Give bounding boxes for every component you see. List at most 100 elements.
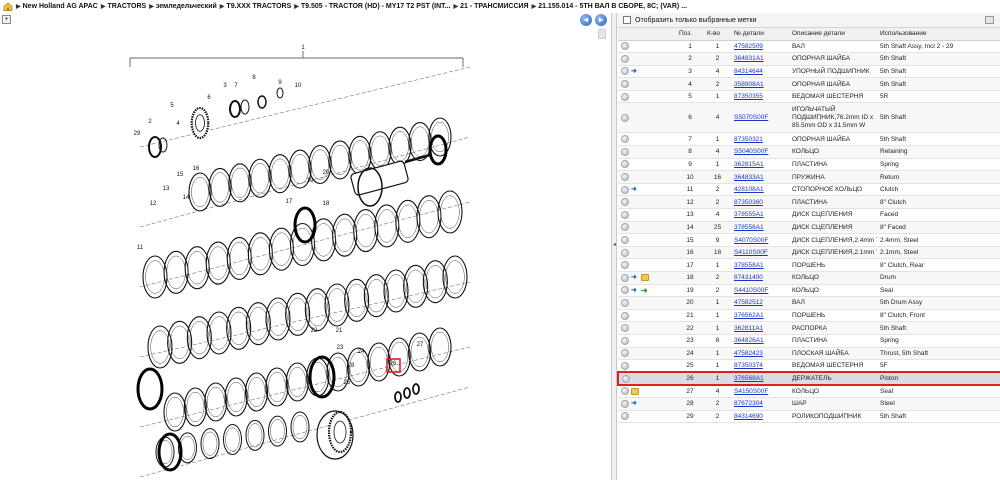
info-arrow-icon[interactable]: ➜ <box>631 287 639 294</box>
part-number-link[interactable]: 378555A1 <box>734 211 764 218</box>
part-number-link[interactable]: S4110S00F <box>734 249 768 256</box>
select-circle-icon[interactable] <box>621 67 629 76</box>
callout-label-14[interactable]: 14 <box>183 195 190 201</box>
select-circle-icon[interactable] <box>621 387 629 396</box>
print-icon[interactable] <box>985 16 994 24</box>
breadcrumb-item[interactable]: T9.505 - TRACTOR (HD) - MY17 T2 PST (INT… <box>301 3 451 10</box>
callout-label-27[interactable]: 27 <box>417 342 424 348</box>
callout-label-20[interactable]: 20 <box>323 170 330 176</box>
expand-button[interactable]: + <box>2 15 11 24</box>
part-number-link[interactable]: 364831A1 <box>734 55 764 62</box>
select-circle-icon[interactable] <box>621 298 629 307</box>
callout-label-13[interactable]: 13 <box>163 186 170 192</box>
part-number-link[interactable]: 362811A1 <box>734 325 763 332</box>
callout-label-1[interactable]: 1 <box>301 45 305 51</box>
select-circle-icon[interactable] <box>621 412 629 421</box>
table-row[interactable]: 1 1 47582509 ВАЛ 5th Shaft Assy, Incl 2 - 29 <box>618 40 1000 54</box>
table-row[interactable]: 10 16 364833A1 ПРУЖИНА Return <box>618 170 1000 184</box>
header-usage[interactable]: Использование <box>877 28 1000 41</box>
select-circle-icon[interactable] <box>621 54 629 63</box>
exploded-parts-diagram[interactable]: 123456789 1011121314151617 181920212223242… <box>0 27 610 480</box>
part-number-link[interactable]: 87350374 <box>734 362 763 369</box>
select-circle-icon[interactable] <box>621 185 629 194</box>
table-row[interactable]: 27 4 S4150S00F КОЛЬЦО Seal <box>618 384 1000 398</box>
part-number-link[interactable]: 376562A1 <box>734 312 764 319</box>
select-circle-icon[interactable] <box>621 361 629 370</box>
home-icon[interactable] <box>3 2 13 11</box>
table-row[interactable]: ➜ 11 2 428108A1 СТОПОРНОЕ КОЛЬЦО Clutch <box>618 183 1000 197</box>
part-number-link[interactable]: 87350321 <box>734 136 763 143</box>
info-arrow-icon[interactable]: ➜ <box>631 400 639 407</box>
callout-label-24[interactable]: 24 <box>358 349 365 355</box>
select-circle-icon[interactable] <box>621 80 629 89</box>
breadcrumb-item[interactable]: 21 - ТРАНСМИССИЯ <box>460 3 528 10</box>
part-number-link[interactable]: S4070S00F <box>734 237 768 244</box>
header-position[interactable]: Поз. <box>676 28 704 41</box>
select-circle-icon[interactable] <box>621 147 629 156</box>
part-number-link[interactable]: 358908A1 <box>734 81 764 88</box>
part-number-link[interactable]: 87350360 <box>734 199 763 206</box>
table-row[interactable]: 159S4070S00F ДИСК СЦЕПЛЕНИЯ,2.4mm Thk2.4m… <box>618 233 1000 247</box>
callout-label-11[interactable]: 11 <box>137 245 144 251</box>
select-circle-icon[interactable] <box>621 324 629 333</box>
callout-label-3[interactable]: 3 <box>223 83 227 89</box>
select-circle-icon[interactable] <box>621 236 629 245</box>
header-quantity[interactable]: К-во <box>704 28 731 41</box>
table-row[interactable]: 5 1 87350355 ВЕДОМАЯ ШЕСТЕРНЯ 5R <box>618 90 1000 104</box>
select-circle-icon[interactable] <box>621 399 629 408</box>
callout-label-9[interactable]: 9 <box>278 80 282 86</box>
select-circle-icon[interactable] <box>622 374 630 383</box>
table-row[interactable]: 1618S4110S00F ДИСК СЦЕПЛЕНИЯ,2.1mm Thk2.1… <box>618 246 1000 260</box>
part-number-link[interactable]: S4150S00F <box>734 388 768 395</box>
select-circle-icon[interactable] <box>621 273 629 282</box>
callout-label-2[interactable]: 2 <box>148 119 152 125</box>
table-row[interactable]: 7 1 87350321 ОПОРНАЯ ШАЙБА 5th Shaft <box>618 132 1000 147</box>
callout-label-22[interactable]: 22 <box>311 328 318 334</box>
callout-label-15[interactable]: 15 <box>177 172 184 178</box>
table-row[interactable]: ➜ 28 2 87672304 ШАР Steel <box>618 397 1000 411</box>
select-circle-icon[interactable] <box>621 173 629 182</box>
part-number-link[interactable]: 84314690 <box>734 413 763 420</box>
callout-label-16[interactable]: 16 <box>193 166 200 172</box>
table-row[interactable]: 26 1 376568A1 ДЕРЖАТЕЛЬ Piston <box>617 371 1000 386</box>
callout-label-19[interactable]: 19 <box>307 178 314 184</box>
table-row[interactable]: 21 1 376562A1 ПОРШЕНЬ 8" Clutch, Front <box>618 309 1000 323</box>
part-number-link[interactable]: 87431400 <box>734 274 763 281</box>
select-circle-icon[interactable] <box>621 135 629 144</box>
table-row[interactable]: 4 2 358908A1 ОПОРНАЯ ШАЙБА 5th Shaft <box>618 77 1000 91</box>
show-selected-only-checkbox[interactable] <box>623 16 631 24</box>
select-circle-icon[interactable] <box>621 261 629 270</box>
select-circle-icon[interactable] <box>621 113 629 122</box>
table-row[interactable]: 20 1 47582512 ВАЛ 5th Drum Assy <box>618 296 1000 310</box>
select-circle-icon[interactable] <box>621 286 629 295</box>
part-number-link[interactable]: S5040S00F <box>734 148 768 155</box>
part-number-link[interactable]: 362815A1 <box>734 161 764 168</box>
part-number-link[interactable]: 84314644 <box>734 68 763 75</box>
part-number-link[interactable]: S4410S00F <box>734 287 768 294</box>
callout-label-26[interactable]: 26 <box>390 361 397 367</box>
breadcrumb-item[interactable]: T9.XXX TRACTORS <box>226 3 291 10</box>
breadcrumb-item[interactable]: New Holland AG APAC <box>23 3 98 10</box>
callout-label-17[interactable]: 17 <box>286 199 293 205</box>
callout-label-6[interactable]: 6 <box>207 95 211 101</box>
callout-label-18[interactable]: 18 <box>323 201 330 207</box>
part-number-link[interactable]: 364833A1 <box>734 174 764 181</box>
select-circle-icon[interactable] <box>621 336 629 345</box>
breadcrumb-item[interactable]: TRACTORS <box>107 3 146 10</box>
table-row[interactable]: 29 2 84314690 РОЛИКОПОДШИПНИК 5th Shaft <box>618 410 1000 424</box>
breadcrumb-item[interactable]: 21.155.014 - 5TH ВАЛ В СБОРЕ, 8С; (VAR) … <box>538 3 687 10</box>
part-number-link[interactable]: 376568A1 <box>734 375 764 382</box>
part-number-link[interactable]: 378556A1 <box>734 224 764 231</box>
part-number-link[interactable]: 87672304 <box>734 400 763 407</box>
table-row[interactable]: 14 25 378556A1 ДИСК СЦЕПЛЕНИЯ 8" Faced <box>618 221 1000 235</box>
info-arrow-icon[interactable]: ➜ <box>631 274 639 281</box>
part-number-link[interactable]: 47582509 <box>734 43 763 50</box>
callout-label-8[interactable]: 8 <box>252 75 256 81</box>
select-circle-icon[interactable] <box>621 198 629 207</box>
table-row[interactable]: 22 1 362811A1 РАСПОРКА 5th Shaft <box>618 321 1000 335</box>
table-row[interactable]: 9 1 362815A1 ПЛАСТИНА Spring <box>618 158 1000 172</box>
callout-label-4[interactable]: 4 <box>176 121 180 127</box>
select-circle-icon[interactable] <box>621 42 629 51</box>
next-page-button[interactable]: ▸ <box>595 14 607 26</box>
table-row[interactable]: 12 2 87350360 ПЛАСТИНА 8" Clutch <box>618 195 1000 210</box>
